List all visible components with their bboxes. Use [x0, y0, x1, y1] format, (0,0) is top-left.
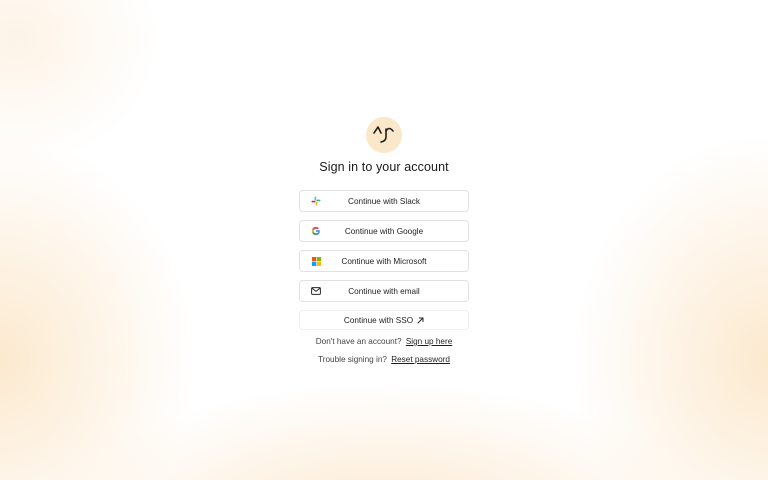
continue-with-email-button[interactable]: Continue with email	[299, 280, 469, 302]
reset-line: Trouble signing in? Reset password	[0, 355, 768, 364]
microsoft-icon	[311, 256, 321, 266]
microsoft-button-label: Continue with Microsoft	[341, 256, 427, 266]
google-button-label: Continue with Google	[344, 226, 424, 236]
sign-in-page: Sign in to your account Continue with Sl…	[0, 0, 768, 480]
reset-password-link[interactable]: Reset password	[391, 355, 450, 364]
sso-button-label: Continue with SSO	[343, 315, 414, 325]
slack-button-label: Continue with Slack	[348, 196, 420, 206]
email-button-label: Continue with email	[348, 286, 420, 296]
slack-icon	[311, 196, 321, 206]
mail-icon	[311, 286, 321, 296]
sign-up-link[interactable]: Sign up here	[406, 337, 452, 346]
continue-with-slack-button[interactable]: Continue with Slack	[299, 190, 469, 212]
continue-with-google-button[interactable]: Continue with Google	[299, 220, 469, 242]
google-icon	[311, 226, 321, 236]
external-link-icon	[417, 317, 424, 324]
smiling-face-logo-icon	[373, 126, 394, 143]
signup-line: Don't have an account? Sign up here	[0, 337, 768, 346]
continue-with-sso-button[interactable]: Continue with SSO	[299, 310, 469, 330]
page-title: Sign in to your account	[319, 160, 449, 174]
signup-prompt: Don't have an account?	[315, 337, 402, 346]
reset-prompt: Trouble signing in?	[318, 355, 387, 364]
app-logo	[366, 117, 402, 153]
continue-with-microsoft-button[interactable]: Continue with Microsoft	[299, 250, 469, 272]
